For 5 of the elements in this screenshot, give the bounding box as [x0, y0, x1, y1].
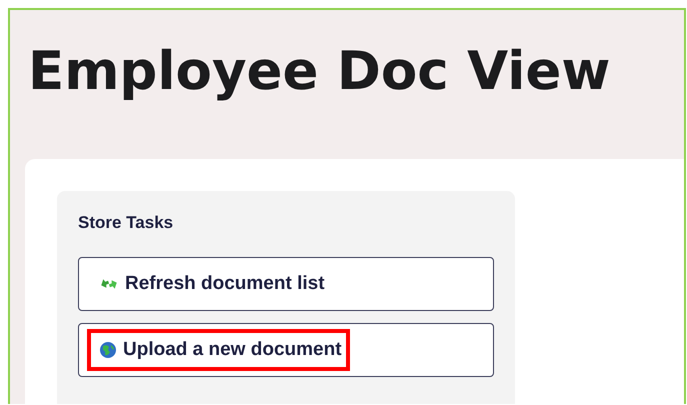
task-button[interactable]: Refresh document list: [78, 257, 494, 311]
panel-title: Store Tasks: [78, 213, 174, 233]
task-button[interactable]: Upload a new document: [78, 323, 494, 377]
page-title: Employee Doc View: [28, 40, 612, 104]
globe-icon: [99, 341, 117, 359]
